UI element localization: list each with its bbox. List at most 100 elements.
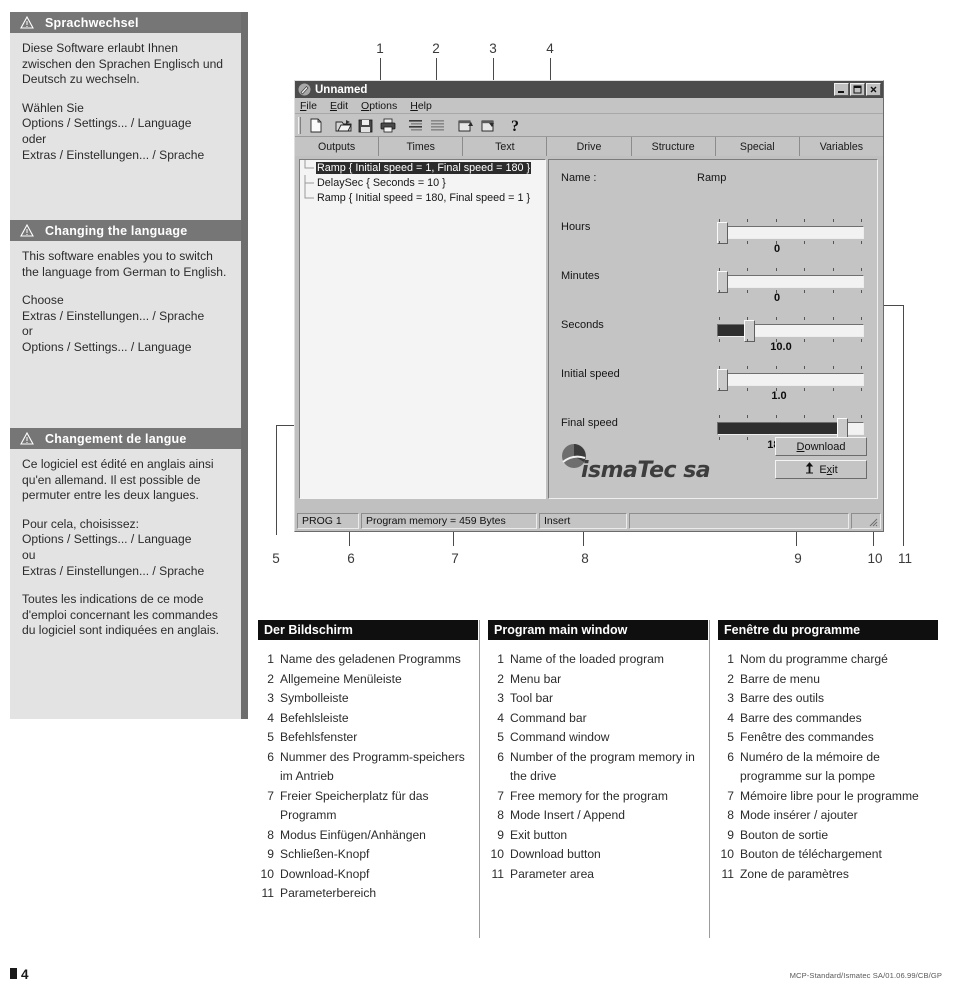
list-item: 1 Name of the loaded program [488, 650, 708, 670]
tab-special[interactable]: Special [715, 137, 800, 156]
tab-structure[interactable]: Structure [631, 137, 716, 156]
sidebar-section-changing-language: Changing the language This software enab… [10, 220, 241, 356]
list-item: 10 Download button [488, 845, 708, 865]
panel-header-de: Sprachwechsel [10, 12, 241, 33]
command-text: Ramp { Initial speed = 180, Final speed … [317, 191, 531, 204]
close-button[interactable] [866, 83, 881, 96]
slider-track[interactable] [717, 226, 864, 239]
open-folder-icon[interactable] [333, 116, 354, 135]
tab-outputs[interactable]: Outputs [295, 137, 380, 156]
slider-track[interactable] [717, 275, 864, 288]
command-list-item[interactable]: Ramp { Initial speed = 180, Final speed … [300, 190, 545, 205]
download-button[interactable]: Download [775, 437, 867, 456]
list-item: 9 Schließen-Knopf [258, 845, 478, 865]
toolbar-grip[interactable] [298, 116, 301, 134]
insert-line-icon[interactable] [405, 116, 426, 135]
legend-number: 9 [727, 827, 734, 842]
legend-number: 3 [267, 691, 274, 705]
legend-list-french: 1 Nom du programme chargé 2 Barre de menu … [718, 640, 938, 884]
title-bar[interactable]: Unnamed [295, 81, 883, 98]
parameter-area[interactable]: Name : Ramp Hours 0 Minutes 0 Seconds 10… [548, 159, 878, 499]
legend-text: Tool bar [510, 691, 554, 705]
slider-initial-speed[interactable]: 1.0 [717, 364, 864, 402]
legend-text: Mode insérer / ajouter [740, 808, 858, 822]
list-item: 3 Tool bar [488, 689, 708, 709]
legend-number: 2 [497, 671, 504, 686]
window-title: Unnamed [315, 83, 368, 96]
callout-number-6: 6 [347, 551, 355, 566]
download-window-icon[interactable] [477, 116, 498, 135]
tab-times[interactable]: Times [379, 137, 464, 156]
menu-item-edit[interactable]: Edit [330, 100, 348, 112]
legend-number: 9 [267, 847, 274, 861]
menu-item-help[interactable]: Help [410, 100, 432, 112]
save-floppy-icon[interactable] [355, 116, 376, 135]
slider-hours[interactable]: 0 [717, 217, 864, 255]
help-question-icon[interactable]: ? [505, 116, 526, 135]
sidebar: Sprachwechsel Diese Software erlaubt Ihn… [10, 12, 241, 719]
legend-english: Program main window 1 Name of the loaded … [488, 620, 708, 884]
tab-text[interactable]: Text [463, 137, 548, 156]
legend-text: Mode Insert / Append [510, 808, 625, 822]
list-item: 5 Fenêtre des commandes [718, 728, 938, 748]
list-item: 2 Barre de menu [718, 670, 938, 690]
panel-body-en: This software enables you to switch the … [10, 241, 241, 356]
new-document-icon[interactable] [305, 116, 326, 135]
sidebar-section-changement-langue: Changement de langue Ce logiciel est édi… [10, 428, 241, 639]
slider-value-initial-speed: 1.0 [771, 390, 787, 402]
panel-body-de: Diese Software erlaubt Ihnen zwischen de… [10, 33, 241, 163]
status-program-memory: Program memory = 459 Bytes [361, 513, 537, 529]
callout-number-2: 2 [432, 41, 440, 56]
slider-minutes[interactable]: 0 [717, 266, 864, 304]
status-program-number: PROG 1 [297, 513, 359, 529]
legend-number: 10 [260, 866, 274, 881]
legend-text: Bouton de sortie [740, 827, 829, 842]
legend-text: Symbolleiste [280, 691, 349, 705]
sidebar-edge-bar [241, 12, 248, 719]
maximize-button[interactable] [850, 83, 865, 96]
legend-list-german: 1 Name des geladenen Programms 2 Allgemein… [258, 640, 478, 904]
tool-bar[interactable]: ? [295, 114, 883, 137]
legend-german: Der Bildschirm 1 Name des geladenen Progr… [258, 620, 478, 904]
slider-seconds[interactable]: 10.0 [717, 315, 864, 353]
command-text: Ramp { Initial speed = 1, Final speed = … [316, 161, 532, 174]
upload-window-icon[interactable] [455, 116, 476, 135]
callout-number-3: 3 [489, 41, 497, 56]
warning-triangle-icon [20, 224, 34, 237]
legend-number: 1 [727, 652, 734, 666]
resize-grip-icon[interactable] [869, 518, 878, 527]
list-item: 2 Allgemeine Menüleiste [258, 670, 478, 690]
status-insert-mode: Insert [539, 513, 627, 529]
param-row-minutes: Minutes 0 [549, 264, 877, 304]
command-bar[interactable]: Outputs Times Text Drive Structure Speci… [295, 137, 883, 156]
param-label-final-speed: Final speed [561, 417, 618, 429]
tab-variables[interactable]: Variables [799, 137, 883, 156]
exit-button[interactable]: Exit [775, 460, 867, 479]
legend-number: 11 [721, 866, 734, 881]
legend-number: 3 [497, 691, 504, 705]
status-resize-area[interactable] [851, 513, 881, 529]
command-window[interactable]: Ramp { Initial speed = 1, Final speed = … [299, 159, 546, 499]
menu-item-options[interactable]: Options [361, 100, 397, 112]
legend-text: Name des geladenen Programms [280, 652, 461, 666]
slider-ticks-top [719, 268, 862, 272]
panel-paragraph: This software enables you to switch the … [22, 249, 227, 279]
list-item: 11 Parameter area [488, 865, 708, 885]
list-item: 7 Mémoire libre pour le programme [718, 787, 938, 807]
panel-body-fr: Ce logiciel est édité en anglais ainsi q… [10, 449, 241, 639]
legend-text: Nom du programme chargé [740, 652, 888, 666]
print-icon[interactable] [377, 116, 398, 135]
append-line-icon[interactable] [427, 116, 448, 135]
slider-track[interactable] [717, 373, 864, 386]
legend-number: 11 [491, 866, 504, 881]
command-list-item[interactable]: DelaySec { Seconds = 10 } [300, 175, 545, 190]
tree-line-icon [304, 160, 315, 175]
command-list-item[interactable]: Ramp { Initial speed = 1, Final speed = … [300, 160, 545, 175]
menu-item-file[interactable]: FFileile [300, 100, 317, 112]
minimize-button[interactable] [834, 83, 849, 96]
panel-title: Changement de langue [45, 431, 187, 446]
tab-drive[interactable]: Drive [547, 137, 632, 156]
command-text: DelaySec { Seconds = 10 } [317, 176, 446, 189]
list-item: 6 Numéro de la mémoire de programme sur l… [718, 748, 938, 787]
menu-bar[interactable]: FFileile Edit Options Help [295, 98, 883, 114]
